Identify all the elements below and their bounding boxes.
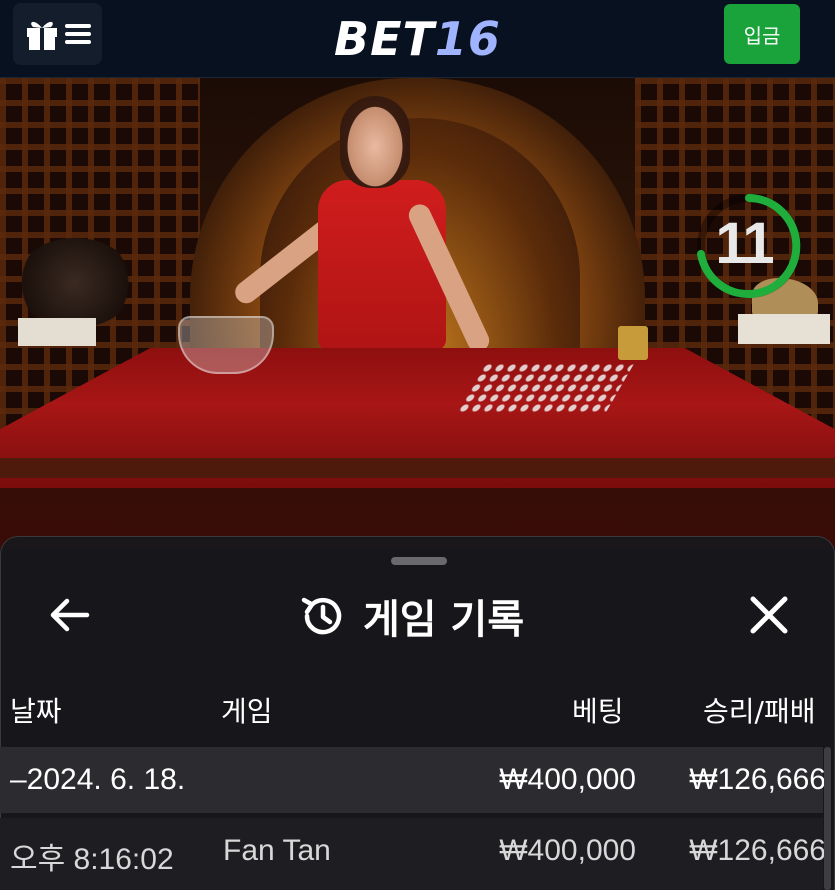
plant-decoration xyxy=(15,238,135,328)
deposit-button[interactable]: 입금 xyxy=(724,4,800,64)
back-button[interactable] xyxy=(45,593,93,637)
bean-pile xyxy=(455,363,635,413)
sheet-drag-handle[interactable] xyxy=(391,557,447,565)
table-row[interactable]: 오후 8:16:02 Fan Tan ₩400,000 ₩126,666 xyxy=(0,818,826,890)
promotions-menu-button[interactable] xyxy=(13,3,102,65)
arrow-left-icon xyxy=(50,598,90,632)
statue-stand xyxy=(738,314,830,344)
round-game: Fan Tan xyxy=(223,834,331,867)
close-button[interactable] xyxy=(745,591,793,639)
close-icon xyxy=(750,596,788,634)
live-video-stream: 11 3 1 3 4 3 3 3 1 2 2 3 3 1 3 1 xyxy=(0,78,835,548)
dealer-body xyxy=(318,180,446,350)
date-winloss-total: ₩126,666 xyxy=(689,763,826,796)
round-time: 오후 8:16:02 xyxy=(10,843,174,876)
date-group-label: –2024. 6. 18. xyxy=(10,763,186,796)
brand-logo[interactable]: BET16 xyxy=(334,12,501,66)
date-group-row[interactable]: –2024. 6. 18. ₩400,000 ₩126,666 xyxy=(0,747,826,813)
column-win-loss: 승리/패배 xyxy=(703,695,816,728)
date-bet-total: ₩400,000 xyxy=(499,763,636,796)
sheet-header: 게임 기록 xyxy=(1,585,835,645)
column-game: 게임 xyxy=(221,695,273,728)
table-rim xyxy=(0,458,835,478)
column-date: 날짜 xyxy=(10,695,62,728)
round-bet: ₩400,000 xyxy=(499,834,636,867)
top-header: BET16 입금 xyxy=(0,0,835,78)
round-winloss: ₩126,666 xyxy=(689,834,826,867)
gold-cup xyxy=(618,326,648,360)
hamburger-icon xyxy=(64,24,91,44)
timer-seconds: 11 xyxy=(715,211,774,276)
betting-timer: 11 xyxy=(696,188,802,304)
sheet-title: 게임 기록 xyxy=(363,597,525,643)
history-scrollbar[interactable] xyxy=(824,747,831,890)
dealer-head xyxy=(340,96,410,188)
gift-icon xyxy=(26,21,57,50)
column-bet: 베팅 xyxy=(572,695,624,728)
history-icon xyxy=(301,597,342,635)
history-table-header: 날짜 게임 베팅 승리/패배 xyxy=(0,690,835,736)
sheet-title-group: 게임 기록 xyxy=(299,591,524,643)
plant-pot xyxy=(18,318,96,346)
